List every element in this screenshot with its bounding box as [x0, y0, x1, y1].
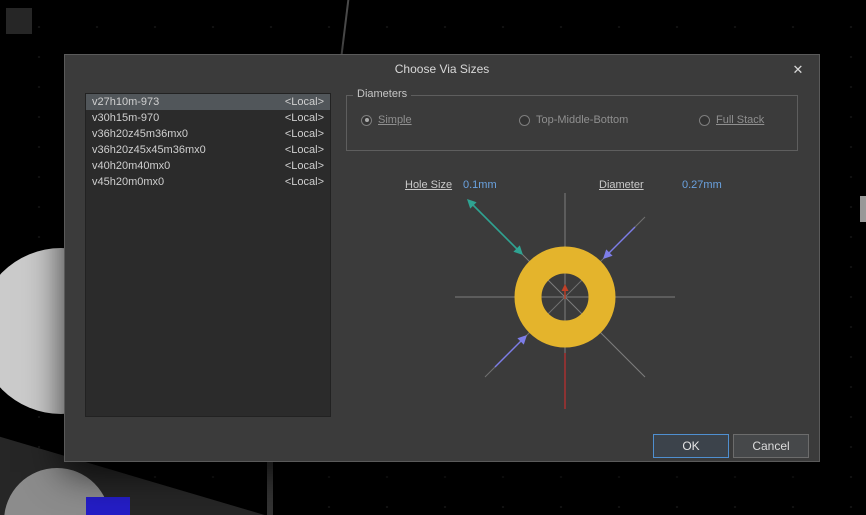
- via-name: v40h20m40mx0: [92, 158, 170, 174]
- via-list-item[interactable]: v30h15m-970 <Local>: [86, 110, 330, 126]
- via-name: v45h20m0mx0: [92, 174, 164, 190]
- via-scope: <Local>: [285, 158, 324, 174]
- pcb-vertical-trace: [267, 460, 273, 515]
- radio-tmb-label: Top-Middle-Bottom: [536, 114, 628, 126]
- via-name: v36h20z45m36mx0: [92, 126, 188, 142]
- radio-option-full-stack[interactable]: Full Stack: [699, 114, 764, 126]
- radio-fullstack-label: Full Stack: [716, 114, 764, 126]
- radio-simple-control[interactable]: [361, 115, 372, 126]
- via-list-item[interactable]: v27h10m-973 <Local>: [86, 94, 330, 110]
- radio-option-simple[interactable]: Simple: [361, 114, 412, 126]
- via-name: v30h15m-970: [92, 110, 159, 126]
- center-arrowhead-icon: [562, 284, 569, 291]
- close-icon[interactable]: ✕: [789, 61, 807, 79]
- via-list-item[interactable]: v36h20z45x45m36mx0 <Local>: [86, 142, 330, 158]
- cancel-button[interactable]: Cancel: [733, 434, 809, 458]
- via-scope: <Local>: [285, 174, 324, 190]
- via-list-item[interactable]: v40h20m40mx0 <Local>: [86, 158, 330, 174]
- ok-button[interactable]: OK: [653, 434, 729, 458]
- pcb-edge-mark: [860, 196, 866, 222]
- via-size-list[interactable]: v27h10m-973 <Local> v30h15m-970 <Local> …: [85, 93, 331, 417]
- via-name: v36h20z45x45m36mx0: [92, 142, 206, 158]
- via-scope: <Local>: [285, 126, 324, 142]
- diameters-group-label: Diameters: [353, 88, 411, 100]
- radio-simple-label: Simple: [378, 114, 412, 126]
- via-scope: <Local>: [285, 94, 324, 110]
- via-list-item[interactable]: v36h20z45m36mx0 <Local>: [86, 126, 330, 142]
- via-scope: <Local>: [285, 110, 324, 126]
- via-list-item[interactable]: v45h20m0mx0 <Local>: [86, 174, 330, 190]
- hole-size-arrow-line: [471, 203, 519, 251]
- via-scope: <Local>: [285, 142, 324, 158]
- via-name: v27h10m-973: [92, 94, 159, 110]
- dialog-title: Choose Via Sizes: [65, 55, 819, 83]
- radio-tmb-control[interactable]: [519, 115, 530, 126]
- via-preview-graphic: [443, 187, 689, 443]
- choose-via-sizes-dialog: Choose Via Sizes ✕ v27h10m-973 <Local> v…: [64, 54, 820, 462]
- diameter-arrow-lower-line: [495, 339, 523, 367]
- pcb-blue-pad: [86, 497, 130, 515]
- radio-fullstack-control[interactable]: [699, 115, 710, 126]
- pcb-pad-shape: [6, 8, 32, 34]
- diameter-arrow-upper-line: [607, 227, 635, 255]
- diameters-group: Diameters Simple Top-Middle-Bottom Full …: [346, 95, 798, 151]
- radio-option-top-middle-bottom[interactable]: Top-Middle-Bottom: [519, 114, 628, 126]
